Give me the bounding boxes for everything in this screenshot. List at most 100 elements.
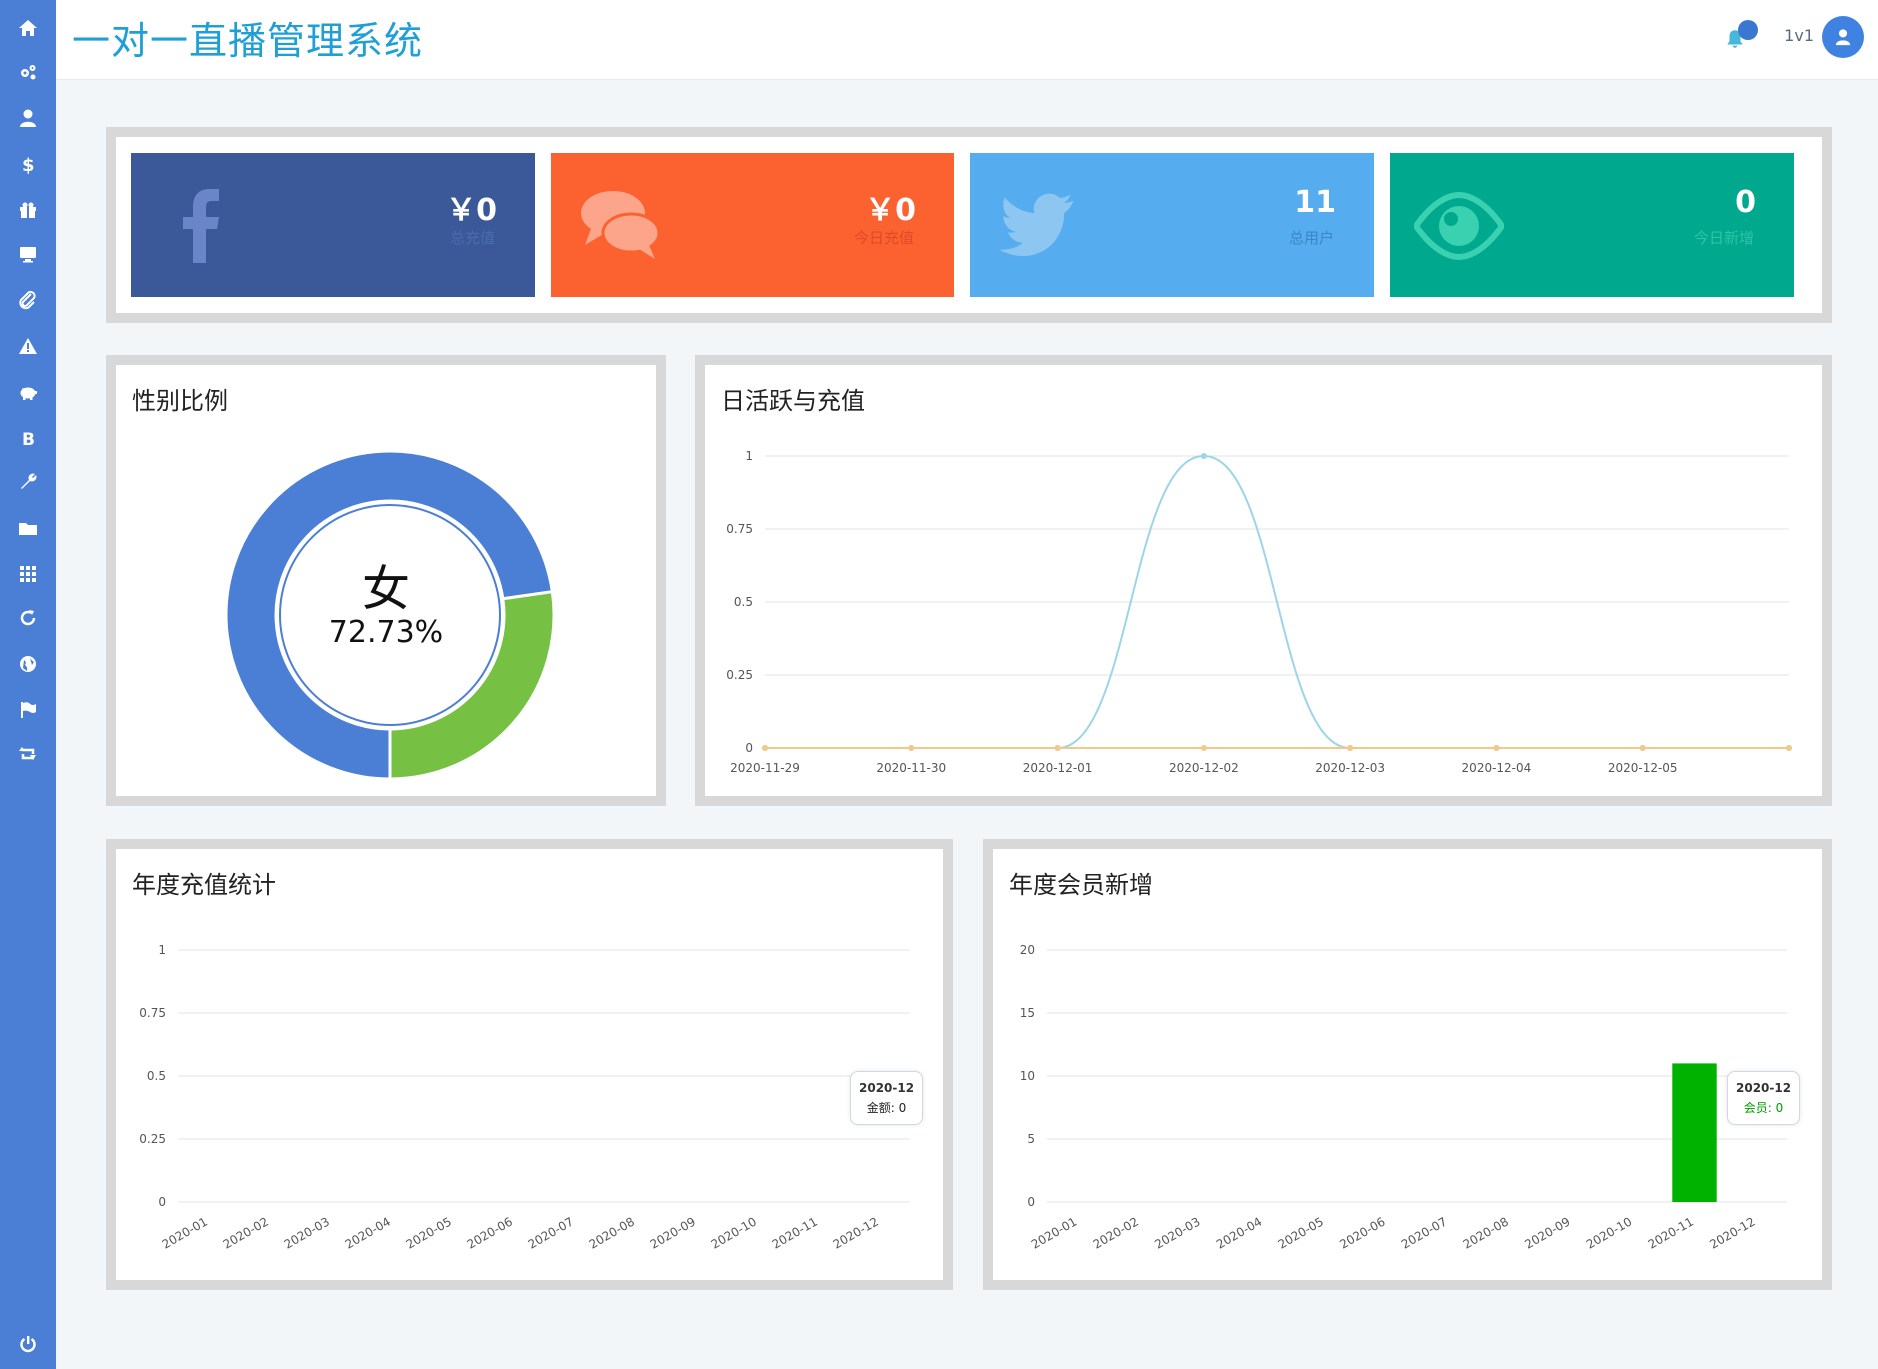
- x-tick-label: 2020-04: [343, 1214, 393, 1251]
- avatar[interactable]: [1822, 16, 1864, 58]
- tooltip-title: 2020-12: [1736, 1081, 1792, 1095]
- x-tick-label: 2020-10: [709, 1214, 759, 1251]
- x-tick-label: 2020-11: [770, 1214, 820, 1251]
- y-tick-label: 5: [1027, 1132, 1035, 1146]
- power-icon[interactable]: [0, 1324, 56, 1364]
- paperclip-icon[interactable]: [0, 280, 56, 320]
- comments-icon: [581, 191, 661, 259]
- chart-tooltip: 2020-12 会员: 0: [1727, 1071, 1801, 1125]
- daily-activity-panel: 日活跃与充值 0 0.25 0.5 0.75 1 2020-11-29 2020-11-30…: [695, 355, 1832, 806]
- x-tick-label: 2020-12-05: [1608, 761, 1678, 775]
- x-tick-label: 2020-02: [221, 1214, 271, 1251]
- data-point: [1054, 745, 1061, 751]
- x-tick-label: 2020-11: [1646, 1214, 1696, 1251]
- globe-icon[interactable]: [0, 644, 56, 684]
- x-tick-label: 2020-11-30: [876, 761, 946, 775]
- x-tick-label: 2020-03: [282, 1214, 332, 1251]
- x-tick-label: 2020-08: [587, 1214, 637, 1251]
- x-tick-label: 2020-11-29: [730, 761, 800, 775]
- bitcoin-icon[interactable]: B: [0, 418, 56, 458]
- data-point: [908, 745, 915, 751]
- y-tick-label: 0: [158, 1195, 166, 1209]
- x-tick-label: 2020-12-03: [1315, 761, 1385, 775]
- x-tick-label: 2020-06: [465, 1214, 515, 1251]
- stat-label: 今日新增: [1693, 229, 1754, 247]
- eye-icon: [1414, 191, 1504, 261]
- data-point: [1786, 745, 1792, 751]
- notification-dot: [1738, 20, 1758, 40]
- desktop-icon[interactable]: [0, 234, 56, 274]
- x-tick-label: 2020-03: [1152, 1214, 1202, 1251]
- stat-card-today-new[interactable]: 0 今日新增: [1390, 153, 1794, 297]
- x-tick-label: 2020-09: [1522, 1214, 1572, 1251]
- dollar-icon[interactable]: $: [0, 144, 56, 184]
- y-tick-label: 15: [1020, 1006, 1035, 1020]
- retweet-icon[interactable]: [0, 734, 56, 774]
- yearly-recharge-panel: 年度充值统计 0 0.25 0.5 0.75 1 2020-01 2020-02 2020-0…: [106, 839, 953, 1290]
- x-tick-label: 2020-08: [1461, 1214, 1511, 1251]
- y-tick-label: 20: [1020, 943, 1035, 957]
- chart-tooltip: 2020-12 金额: 0: [850, 1071, 924, 1125]
- x-tick-label: 2020-05: [404, 1214, 454, 1251]
- stat-label: 总充值: [449, 229, 495, 247]
- sidebar: $ B: [0, 0, 56, 1369]
- facebook-icon: [183, 189, 219, 263]
- x-tick-label: 2020-02: [1091, 1214, 1141, 1251]
- y-tick-label: 0.5: [147, 1069, 166, 1083]
- stat-value: ￥0: [865, 193, 916, 228]
- x-tick-label: 2020-04: [1214, 1214, 1264, 1251]
- stat-value: 11: [1294, 185, 1336, 220]
- yearly-members-bar-chart: 0 5 10 15 20 2020-01 2020-02 2020-03 2020-04 2020…: [1020, 943, 1787, 1252]
- x-tick-label: 2020-12-04: [1462, 761, 1532, 775]
- app-title: 一对一直播管理系统: [72, 19, 424, 63]
- home-icon[interactable]: [0, 8, 56, 48]
- twitter-icon: [999, 193, 1074, 256]
- x-tick-label: 2020-05: [1276, 1214, 1326, 1251]
- tooltip-text: 金额: 0: [866, 1101, 907, 1115]
- daily-line-chart: 0 0.25 0.5 0.75 1 2020-11-29 2020-11-30 2020-12…: [726, 449, 1792, 775]
- notification-bell[interactable]: [1724, 20, 1764, 54]
- tooltip-text: 会员: 0: [1743, 1101, 1784, 1115]
- x-tick-label: 2020-01: [1029, 1214, 1079, 1251]
- x-tick-label: 2020-12: [1707, 1214, 1757, 1251]
- yearly-members-panel: 年度会员新增 0 5 10 15 20 2020-01 2020-02 2020-03 2020…: [983, 839, 1832, 1290]
- x-tick-label: 2020-12-02: [1169, 761, 1239, 775]
- y-tick-label: 1: [158, 943, 166, 957]
- warning-icon[interactable]: [0, 326, 56, 366]
- stat-card-today-recharge[interactable]: ￥0 今日充值: [551, 153, 954, 297]
- user-icon[interactable]: [0, 98, 56, 138]
- stat-label: 总用户: [1288, 229, 1334, 247]
- cogs-icon[interactable]: [0, 52, 56, 92]
- x-tick-label: 2020-10: [1584, 1214, 1634, 1251]
- x-tick-label: 2020-07: [526, 1214, 576, 1251]
- donut-center-label: 女: [361, 561, 410, 617]
- stat-card-total-users[interactable]: 11 总用户: [970, 153, 1374, 297]
- svg-text:$: $: [22, 155, 35, 174]
- y-tick-label: 10: [1020, 1069, 1035, 1083]
- y-tick-label: 0.75: [726, 522, 753, 536]
- y-tick-label: 0: [1027, 1195, 1035, 1209]
- refresh-icon[interactable]: [0, 598, 56, 638]
- top-header: 一对一直播管理系统 1v1: [56, 0, 1878, 80]
- y-tick-label: 0.5: [734, 595, 753, 609]
- x-tick-label: 2020-01: [160, 1214, 210, 1251]
- wrench-icon[interactable]: [0, 462, 56, 502]
- y-tick-label: 0.25: [726, 668, 753, 682]
- svg-text:B: B: [22, 430, 35, 448]
- stat-value: ￥0: [446, 193, 497, 228]
- flag-icon[interactable]: [0, 690, 56, 730]
- piggy-bank-icon[interactable]: [0, 372, 56, 412]
- y-tick-label: 1: [745, 449, 753, 463]
- gift-icon[interactable]: [0, 190, 56, 230]
- grid-icon[interactable]: [0, 554, 56, 594]
- data-point: [762, 745, 768, 751]
- donut-center-value: 72.73%: [328, 615, 444, 650]
- x-tick-label: 2020-12-01: [1023, 761, 1093, 775]
- data-point: [1493, 745, 1500, 751]
- x-tick-label: 2020-09: [648, 1214, 698, 1251]
- x-tick-label: 2020-07: [1399, 1214, 1449, 1251]
- user-name[interactable]: 1v1: [1784, 26, 1814, 45]
- yearly-recharge-line-chart: 0 0.25 0.5 0.75 1 2020-01 2020-02 2020-03 2020-0…: [139, 943, 910, 1252]
- folder-icon[interactable]: [0, 508, 56, 548]
- stat-card-total-recharge[interactable]: ￥0 总充值: [131, 153, 535, 297]
